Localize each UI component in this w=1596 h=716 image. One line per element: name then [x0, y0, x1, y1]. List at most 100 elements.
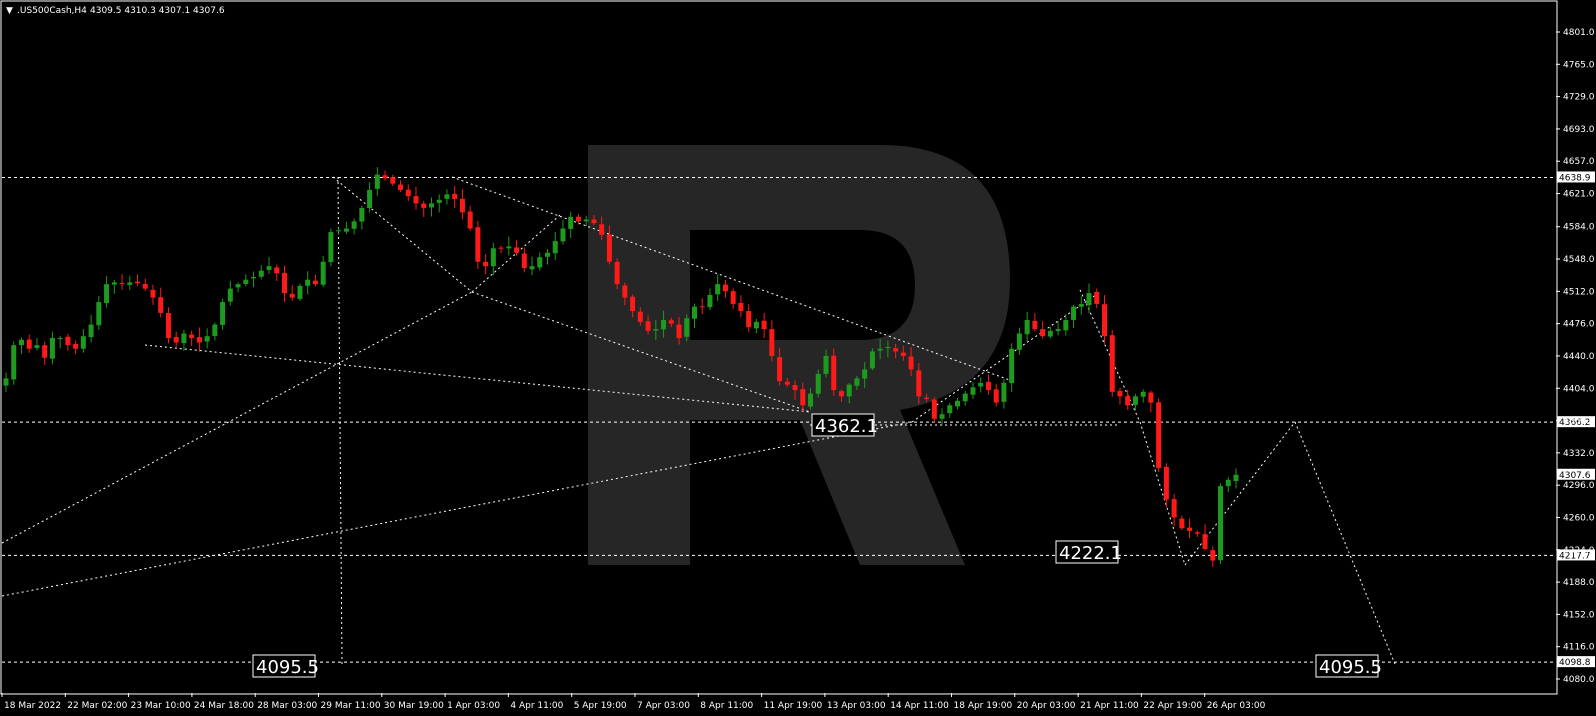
candle-bull	[1086, 293, 1092, 306]
candle-bull	[266, 266, 272, 270]
candle-bull	[753, 321, 759, 329]
candle-bear	[158, 297, 164, 313]
price-tick-label: 4657.0	[1563, 157, 1595, 167]
time-tick-label: 28 Mar 03:00	[257, 701, 317, 711]
candle-bear	[575, 216, 581, 222]
time-tick-label: 21 Apr 11:00	[1080, 701, 1139, 711]
price-tick-label: 4729.0	[1563, 93, 1595, 103]
candle-bull	[57, 338, 63, 340]
candle-bull	[1071, 306, 1077, 320]
price-tick-label: 4440.0	[1563, 352, 1595, 362]
candle-bull	[869, 351, 875, 369]
candle-bear	[777, 357, 783, 382]
candle-bull	[111, 282, 117, 285]
candle-bear	[1032, 320, 1038, 330]
candle-bear	[1094, 291, 1100, 304]
candle-bull	[846, 384, 852, 397]
annotation-label: 4222.1	[1059, 543, 1122, 564]
candle-bull	[962, 393, 968, 402]
price-tick-label: 4801.0	[1563, 28, 1595, 38]
candle-bull	[11, 345, 17, 380]
candle-bull	[204, 336, 210, 342]
time-tick-label: 22 Apr 19:00	[1143, 701, 1202, 711]
candle-bull	[939, 414, 945, 419]
candle-bull	[258, 270, 264, 277]
projection-line	[1, 291, 473, 544]
candle-bear	[1125, 396, 1131, 406]
candle-bear	[630, 296, 636, 312]
projection-line	[1184, 421, 1296, 566]
price-axis: 4801.0 4765.0 4729.0 4693.0 4657.0 4621.0 4584…	[1556, 28, 1595, 685]
candle-bear	[738, 303, 744, 312]
candle-bull	[1001, 382, 1007, 402]
candle-bear	[676, 324, 682, 339]
candle-bear	[189, 334, 195, 339]
candle-bear	[475, 227, 481, 262]
candle-bear	[1210, 550, 1216, 561]
candle-bear	[173, 337, 179, 343]
time-tick-label: 7 Apr 03:00	[637, 701, 690, 711]
candle-bear	[1117, 391, 1123, 397]
trend-lines	[1, 176, 1396, 665]
price-tick-label: 4548.0	[1563, 255, 1595, 265]
candle-bear	[1109, 335, 1115, 392]
candle-bull	[1225, 479, 1231, 487]
candle-bull	[1016, 333, 1022, 350]
candle-bear	[893, 348, 899, 352]
candle-bull	[436, 199, 442, 203]
dropdown-arrow-icon[interactable]: ▼	[6, 6, 13, 16]
candle-bull	[359, 207, 365, 222]
level-price-label: 4098.8	[1559, 658, 1591, 668]
candle-bear	[483, 262, 489, 267]
candle-bull	[343, 228, 349, 232]
time-tick-label: 22 Mar 02:00	[67, 701, 127, 711]
candle-bear	[668, 320, 674, 324]
candle-bull	[1047, 330, 1053, 337]
candle-bear	[421, 203, 427, 208]
price-tick-label: 4296.0	[1563, 481, 1595, 491]
candle-bull	[661, 320, 667, 330]
candle-bull	[854, 378, 860, 386]
candle-bear	[1101, 304, 1107, 337]
time-axis: 18 Mar 2022 22 Mar 02:00 23 Mar 10:00 24 Ma…	[1, 693, 1266, 711]
candle-bull	[243, 279, 249, 284]
candle-bull	[560, 228, 566, 242]
projection-line	[1, 421, 913, 597]
candle-bull	[374, 174, 380, 189]
candle-bear	[1202, 534, 1208, 549]
candle-bear	[985, 381, 991, 391]
time-tick-label: 14 Apr 11:00	[890, 701, 949, 711]
candle-bear	[150, 289, 156, 298]
candle-bull	[220, 302, 226, 325]
time-tick-label: 18 Apr 19:00	[954, 701, 1013, 711]
candle-bear	[699, 306, 705, 308]
annotation-label: 4095.5	[256, 657, 319, 678]
candle-bull	[1009, 348, 1015, 384]
projection-line	[1294, 421, 1396, 665]
candle-bear	[274, 267, 280, 274]
candle-bull	[490, 248, 496, 267]
candle-bull	[506, 246, 512, 249]
candle-bull	[1233, 474, 1239, 482]
candle-bear	[405, 189, 411, 197]
candle-bear	[26, 339, 32, 349]
candle-bear	[838, 391, 844, 397]
candle-bull	[823, 355, 829, 374]
candle-bull	[1055, 329, 1061, 331]
candle-bear	[622, 285, 628, 298]
candle-bear	[165, 313, 171, 339]
price-tick-label: 4116.0	[1563, 643, 1595, 653]
candle-bear	[614, 261, 620, 285]
candle-bull	[328, 232, 334, 263]
candle-bull	[877, 348, 883, 351]
time-tick-label: 1 Apr 03:00	[447, 701, 500, 711]
price-tick-label: 4152.0	[1563, 610, 1595, 620]
candle-bull	[537, 257, 543, 268]
candle-bear	[599, 224, 605, 235]
candle-bear	[637, 311, 643, 322]
candle-bull	[88, 324, 94, 338]
annotation-label: 4362.1	[815, 416, 878, 437]
candle-bear	[831, 355, 837, 391]
candle-bull	[3, 378, 9, 386]
candle-bull	[947, 405, 953, 414]
